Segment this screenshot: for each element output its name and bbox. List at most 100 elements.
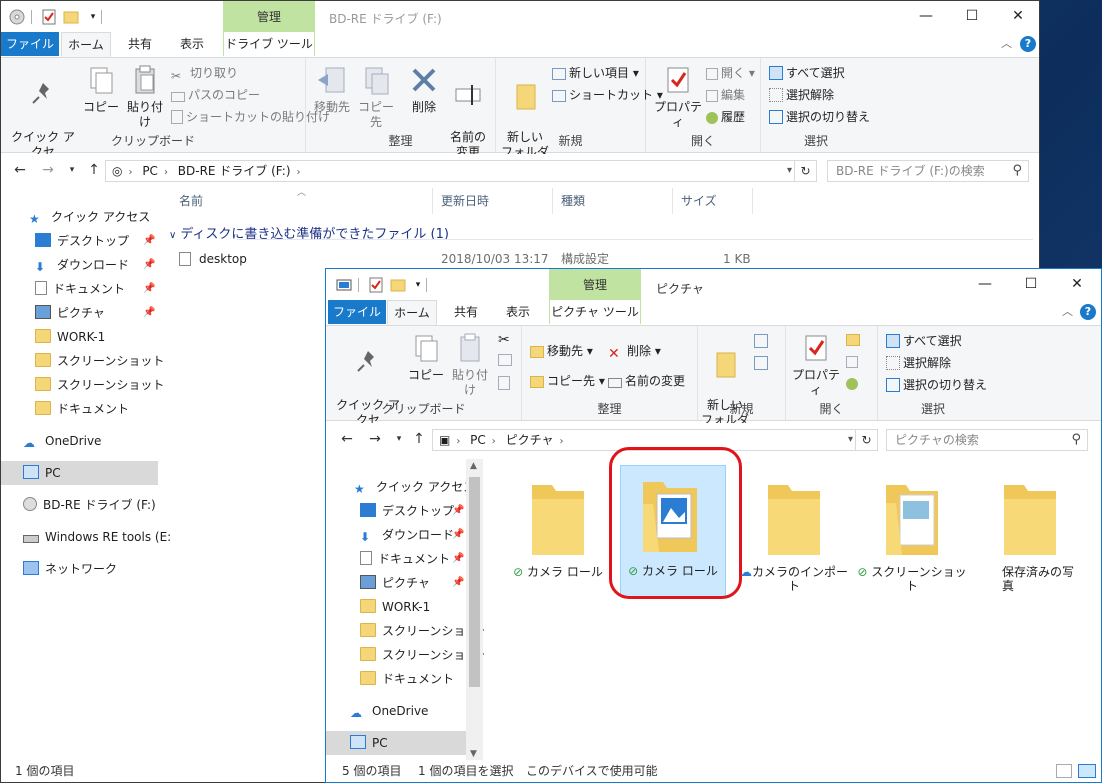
nav-item-documents-2[interactable]: ドキュメント — [326, 667, 484, 691]
tab-home[interactable]: ホーム — [387, 300, 437, 325]
nav-pc[interactable]: PC — [1, 461, 158, 485]
new-folder-qa-icon[interactable] — [390, 277, 406, 293]
nav-item-screenshots[interactable]: スクリーンショット — [1, 349, 164, 373]
select-none-button[interactable]: 選択解除 — [769, 86, 834, 104]
folder-item-screenshots[interactable]: ⊘ スクリーンショット — [856, 473, 968, 593]
select-all-button[interactable]: すべて選択 — [769, 64, 845, 82]
forward-button[interactable]: → — [39, 162, 57, 178]
open-icon[interactable] — [846, 334, 860, 346]
paste-button[interactable]: 貼り付け — [123, 64, 167, 130]
scrollbar-thumb[interactable] — [469, 477, 480, 687]
nav-scrollbar[interactable]: ▲ ▼ — [466, 459, 483, 761]
help-icon[interactable]: ? — [1020, 36, 1036, 52]
nav-onedrive[interactable]: ☁ OneDrive — [1, 429, 158, 453]
nav-item-documents[interactable]: ドキュメント 📌 — [326, 547, 484, 571]
customize-qa-icon[interactable]: ▾ — [85, 9, 101, 25]
column-type[interactable]: 種類 — [553, 188, 673, 214]
nav-item-screenshots[interactable]: スクリーンショット — [326, 619, 484, 643]
cut-button[interactable]: ✂ 切り取り — [171, 64, 238, 83]
folder-item-camera-import[interactable]: ☁カメラのインポート — [738, 473, 850, 593]
scroll-down-icon[interactable]: ▼ — [470, 749, 477, 759]
customize-qa-icon[interactable]: ▾ — [410, 277, 426, 293]
up-button[interactable]: ↑ — [85, 162, 103, 178]
copy-to-button[interactable]: コピー先 — [356, 64, 396, 130]
close-button[interactable]: ✕ — [1054, 269, 1100, 300]
forward-button[interactable]: → — [366, 431, 384, 447]
copy-path-button[interactable]: パスのコピー — [171, 86, 260, 104]
tab-file[interactable]: ファイル — [328, 300, 386, 324]
breadcrumb-pc[interactable]: PC — [142, 161, 158, 181]
collapse-ribbon-icon[interactable]: ︿ — [1001, 35, 1012, 51]
select-none-button[interactable]: 選択解除 — [886, 354, 951, 372]
edit-button[interactable]: 編集 — [706, 86, 745, 104]
tab-file[interactable]: ファイル — [1, 32, 59, 56]
move-to-button[interactable]: 移動先 — [312, 64, 352, 115]
file-row[interactable]: desktop 2018/10/03 13:17 構成設定 1 KB — [171, 249, 771, 269]
address-dropdown-icon[interactable]: ▾ — [787, 161, 792, 181]
copy-button[interactable]: コピー — [408, 332, 444, 383]
close-button[interactable]: ✕ — [995, 1, 1039, 32]
breadcrumb-pictures[interactable]: ピクチャ — [506, 430, 554, 450]
new-folder-qa-icon[interactable] — [63, 9, 79, 25]
back-button[interactable]: ← — [11, 162, 29, 178]
easy-access-icon[interactable] — [754, 356, 768, 370]
copy-button[interactable]: コピー — [83, 64, 119, 115]
tab-share[interactable]: 共有 — [117, 32, 163, 56]
column-name[interactable]: 名前 ︿ — [171, 188, 433, 214]
invert-selection-button[interactable]: 選択の切り替え — [886, 376, 987, 394]
delete-button[interactable]: ✕ 削除 ▾ — [608, 342, 661, 362]
back-button[interactable]: ← — [338, 431, 356, 447]
maximize-button[interactable]: ☐ — [949, 1, 995, 32]
nav-item-pictures[interactable]: ピクチャ 📌 — [326, 571, 484, 595]
select-all-button[interactable]: すべて選択 — [886, 332, 962, 350]
tab-home[interactable]: ホーム — [61, 32, 111, 57]
nav-item-screenshots-2[interactable]: スクリーンショット — [1, 373, 164, 397]
properties-qa-icon[interactable] — [368, 277, 384, 293]
up-button[interactable]: ↑ — [410, 431, 428, 447]
properties-button[interactable]: プロパティ — [788, 332, 844, 398]
nav-windows-re-tools[interactable]: Windows RE tools (E: — [1, 525, 171, 549]
column-size[interactable]: サイズ — [673, 188, 753, 214]
nav-onedrive[interactable]: ☁ OneDrive — [326, 699, 484, 723]
nav-item-screenshots-2[interactable]: スクリーンショット — [326, 643, 484, 667]
minimize-button[interactable]: — — [903, 1, 949, 32]
move-to-button[interactable]: 移動先 ▾ — [530, 342, 593, 360]
folder-item-saved-pictures[interactable]: 保存済みの写 真 — [974, 473, 1094, 593]
nav-item-downloads[interactable]: ⬇ ダウンロード 📌 — [326, 523, 484, 547]
cut-icon[interactable]: ✂ — [498, 332, 510, 348]
maximize-button[interactable]: ☐ — [1008, 269, 1054, 300]
delete-button[interactable]: 削除 — [404, 64, 444, 115]
nav-item-pictures[interactable]: ピクチャ 📌 — [1, 301, 158, 325]
refresh-button[interactable]: ↻ — [855, 430, 877, 450]
tab-picture-tools[interactable]: ピクチャ ツール — [549, 300, 641, 324]
nav-item-desktop[interactable]: デスクトップ 📌 — [1, 229, 158, 253]
tab-share[interactable]: 共有 — [443, 300, 489, 324]
minimize-button[interactable]: — — [962, 269, 1008, 300]
history-button[interactable]: 履歴 — [706, 108, 745, 126]
breadcrumb-bd-re[interactable]: BD-RE ドライブ (F:) — [178, 161, 291, 181]
tab-view[interactable]: 表示 — [169, 32, 215, 56]
paste-button[interactable]: 貼り付け — [448, 332, 492, 398]
recent-locations-button[interactable]: ▾ — [63, 165, 81, 175]
refresh-button[interactable]: ↻ — [794, 161, 816, 181]
tab-view[interactable]: 表示 — [495, 300, 541, 324]
invert-selection-button[interactable]: 選択の切り替え — [769, 108, 870, 126]
paste-shortcut-icon[interactable] — [498, 376, 510, 390]
history-icon[interactable] — [846, 378, 858, 390]
nav-item-work1[interactable]: WORK-1 — [326, 595, 484, 619]
nav-item-work1[interactable]: WORK-1 — [1, 325, 158, 349]
search-input[interactable]: ピクチャの検索 ⚲ — [886, 429, 1088, 451]
copy-to-button[interactable]: コピー先 ▾ — [530, 372, 605, 390]
folder-item-camera-roll[interactable]: ⊘ カメラ ロール — [502, 473, 614, 593]
collapse-ribbon-icon[interactable]: ︿ — [1062, 303, 1073, 319]
nav-item-downloads[interactable]: ⬇ ダウンロード 📌 — [1, 253, 158, 277]
nav-quick-access[interactable]: ★ クイック アクセス — [1, 205, 158, 229]
tab-drive-tools[interactable]: ドライブ ツール — [223, 32, 315, 56]
rename-button[interactable]: 名前の変更 — [608, 372, 685, 390]
copy-path-icon[interactable] — [498, 354, 512, 366]
nav-item-desktop[interactable]: デスクトップ 📌 — [326, 499, 484, 523]
nav-bd-re-drive[interactable]: BD-RE ドライブ (F:) — [1, 493, 158, 517]
nav-item-documents[interactable]: ドキュメント 📌 — [1, 277, 158, 301]
nav-quick-access[interactable]: ★ クイック アクセス — [326, 475, 484, 499]
new-item-button[interactable]: 新しい項目 ▾ — [552, 64, 639, 82]
